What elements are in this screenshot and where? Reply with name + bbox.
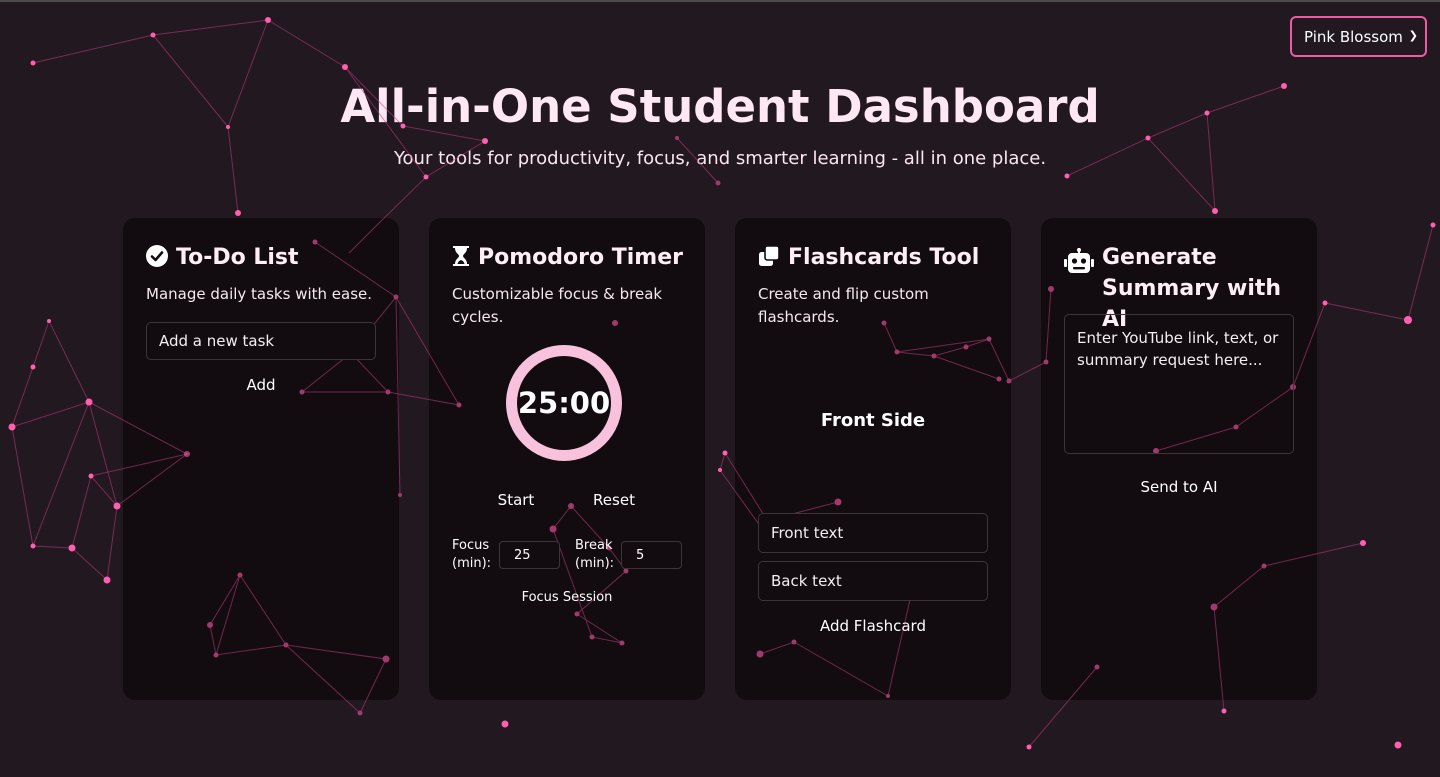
- theme-select[interactable]: Pink Blossom ❯: [1290, 16, 1427, 57]
- add-flashcard-button[interactable]: Add Flashcard: [758, 617, 988, 635]
- todo-description: Manage daily tasks with ease.: [146, 285, 373, 303]
- chevron-down-icon: ❯: [1408, 29, 1418, 42]
- theme-select-value: Pink Blossom: [1304, 27, 1403, 46]
- flashcard-back-input[interactable]: Back text: [758, 561, 988, 601]
- page-subtitle: Your tools for productivity, focus, and …: [393, 148, 1047, 169]
- todo-title-text: To-Do List: [176, 245, 299, 270]
- robot-icon: [1064, 248, 1094, 273]
- ai-summary-input[interactable]: Enter YouTube link, text, or summary req…: [1064, 314, 1294, 454]
- pomodoro-description: Customizable focus & break cycles.: [452, 285, 663, 326]
- pomodoro-title-text: Pomodoro Timer: [478, 245, 684, 270]
- flashcards-title: Flashcards Tool: [758, 242, 979, 273]
- timer-display: 25:00: [517, 386, 611, 420]
- timer-ring: 25:00: [506, 345, 622, 461]
- focus-minutes-label: Focus (min):: [452, 538, 492, 571]
- session-status: Focus Session: [521, 590, 613, 605]
- timer-start-button[interactable]: Start: [486, 491, 546, 509]
- flashcards-description: Create and flip custom flashcards.: [758, 285, 929, 326]
- focus-minutes-input[interactable]: 25: [499, 541, 560, 569]
- todo-task-input[interactable]: Add a new task: [146, 322, 376, 360]
- todo-title: To-Do List: [146, 242, 299, 273]
- flashcards-title-text: Flashcards Tool: [788, 245, 980, 270]
- break-minutes-input[interactable]: 5: [621, 541, 682, 569]
- pomodoro-title: Pomodoro Timer: [452, 242, 683, 273]
- window-top-border: [0, 0, 1440, 2]
- check-circle-icon: [146, 245, 168, 267]
- todo-add-button[interactable]: Add: [231, 376, 291, 394]
- flashcard-face[interactable]: Front Side: [758, 410, 988, 431]
- page-title: All-in-One Student Dashboard: [340, 80, 1100, 133]
- send-to-ai-button[interactable]: Send to AI: [1064, 478, 1294, 496]
- flashcard-front-input[interactable]: Front text: [758, 513, 988, 553]
- timer-reset-button[interactable]: Reset: [584, 491, 644, 509]
- hourglass-icon: [453, 246, 469, 266]
- break-minutes-label: Break (min):: [575, 538, 615, 571]
- cards-icon: [759, 245, 780, 266]
